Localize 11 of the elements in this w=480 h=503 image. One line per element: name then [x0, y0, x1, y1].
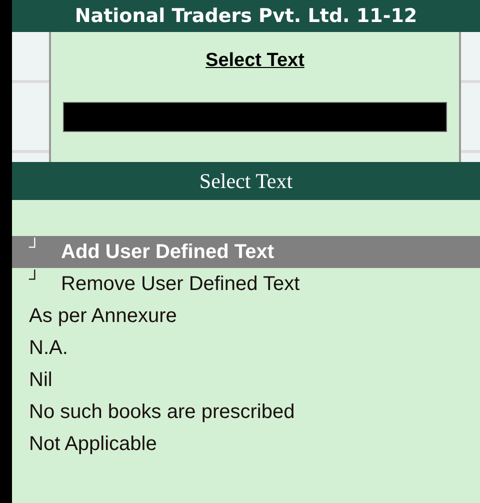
list-title: Select Text	[199, 168, 293, 194]
dialog-title: Select Text	[206, 50, 304, 72]
list-item[interactable]: ┘ Remove User Defined Text	[12, 268, 480, 300]
input-field[interactable]	[63, 102, 447, 132]
list-item[interactable]: N.A.	[12, 332, 480, 364]
window-title: National Traders Pvt. Ltd. 11-12	[74, 5, 418, 27]
list-item[interactable]: Nil	[12, 364, 480, 396]
list-item[interactable]: As per Annexure	[12, 300, 480, 332]
list-item[interactable]: No such books are prescribed	[12, 396, 480, 428]
list-item[interactable]: Not Applicable	[12, 428, 480, 460]
list-item[interactable]: ┘ Add User Defined Text	[12, 236, 480, 268]
